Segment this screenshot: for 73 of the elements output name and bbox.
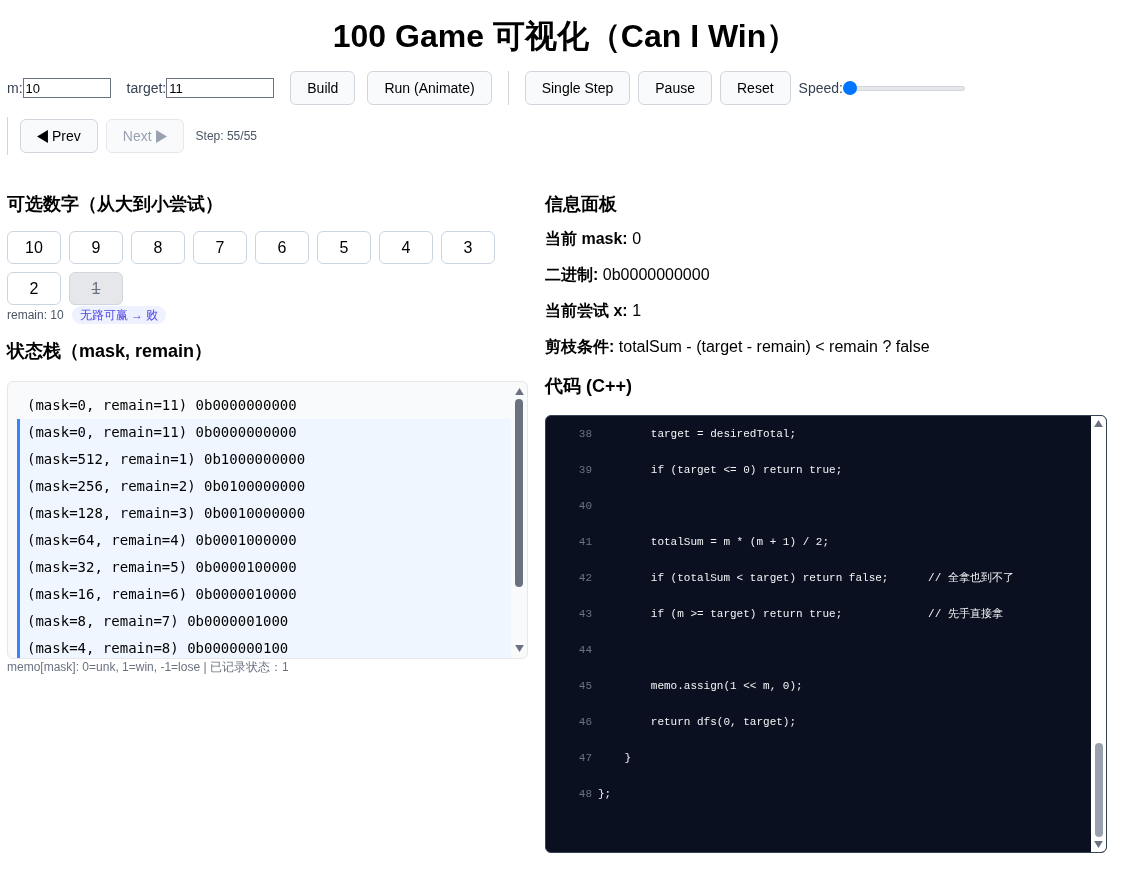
button[interactable]: Run (Animate) [367,71,492,105]
numbers-heading: 可选数字（从大到小尝试） [7,193,224,216]
code-line: }; [598,787,612,802]
scroll-down-icon [514,645,524,652]
target-input[interactable]: 11 [166,78,275,98]
line-number: 44 [577,643,592,658]
line-number: 47 [577,751,592,766]
number-chip[interactable]: 9 [69,231,123,264]
stack-row: (mask=32, remain=5) 0b0000100000 [17,554,511,581]
number-chip[interactable]: 5 [317,231,371,264]
line-number: 43 [577,607,592,622]
line-number: 42 [577,571,592,586]
stack-heading: 状态栈（mask, remain） [7,340,214,363]
button[interactable]: Prev [20,119,98,153]
number-chip[interactable]: 10 [7,231,61,264]
stack-row: (mask=128, remain=3) 0b0010000000 [17,500,511,527]
code-line: totalSum = m * (m + 1) / 2; [649,535,830,550]
stack-row: (mask=4, remain=8) 0b0000000100 [17,635,511,658]
number-chip[interactable]: 8 [131,231,185,264]
speed-slider[interactable] [842,80,965,96]
button[interactable]: Single Step [524,71,631,105]
button[interactable]: Pause [638,71,712,105]
info-field: 二进制: 0b0000000000 [545,263,1107,287]
number-chip[interactable]: 1 [69,272,123,305]
code-line: if (totalSum < target) return false; // 全拿也到不了 [649,571,1014,586]
memo-legend: memo[mask]: 0=unk, 1=win, -1=lose | 已记录状态：1 [7,659,528,675]
scroll-up-icon [514,388,524,395]
m-input[interactable]: 10 [22,78,111,98]
line-number: 39 [577,463,592,478]
code-heading: 代码 (C++) [545,375,633,398]
scroll-up-icon [1094,420,1103,427]
stack-row: (mask=8, remain=7) 0b0000001000 [17,608,511,635]
line-number: 41 [577,535,592,550]
right-triangle-icon [155,129,167,143]
stack-row: (mask=16, remain=6) 0b0000010000 [17,581,511,608]
info-heading: 信息面板 [545,193,618,216]
step-counter: Step: 55/55 [195,128,257,145]
button[interactable]: Build [290,71,356,105]
speed-label: Speed: [798,78,843,98]
number-chip[interactable]: 4 [379,231,433,264]
number-chip[interactable]: 6 [255,231,309,264]
number-chip[interactable]: 7 [193,231,247,264]
line-number: 48 [577,787,592,802]
info-field: 当前尝试 x: 1 [545,299,1107,323]
stack-row: (mask=64, remain=4) 0b0001000000 [17,527,511,554]
code-line: target = desiredTotal; [649,427,797,442]
code-line: memo.assign(1 << m, 0); [649,679,803,694]
stack-row: (mask=256, remain=2) 0b0100000000 [17,473,511,500]
line-number: 46 [577,715,592,730]
remain-text: remain: 10 [7,307,64,324]
line-number: 40 [577,499,592,514]
stack-row: (mask=512, remain=1) 0b1000000000 [17,446,511,473]
page-title: 100 Game 可视化（Can I Win） [331,17,800,56]
status-badge: 无路可赢 → 败 [71,306,167,324]
target-label: target: [126,78,167,98]
code-line: if (target <= 0) return true; [649,463,843,478]
scroll-down-icon [1094,841,1103,848]
info-field: 当前 mask: 0 [545,227,1107,251]
code-line: if (m >= target) return true; // 先手直接拿 [649,606,1003,622]
info-field: 剪枝条件: totalSum - (target - remain) < remain ? false [545,335,1107,359]
stack-row: (mask=0, remain=11) 0b0000000000 [17,419,511,446]
left-triangle-icon [37,129,48,143]
scrollbar-thumb[interactable] [1094,743,1103,837]
code-line: return dfs(0, target); [649,715,797,730]
number-chip[interactable]: 3 [441,231,495,264]
line-number: 38 [577,427,592,442]
code-line: } [623,751,631,766]
m-label: m: [7,78,23,98]
line-number: 45 [577,679,592,694]
button[interactable]: Reset [720,71,791,105]
stack-row-text: (mask=0, remain=11) 0b0000000000 [26,396,298,415]
scrollbar-thumb[interactable] [515,399,523,587]
number-chip[interactable]: 2 [7,272,61,305]
